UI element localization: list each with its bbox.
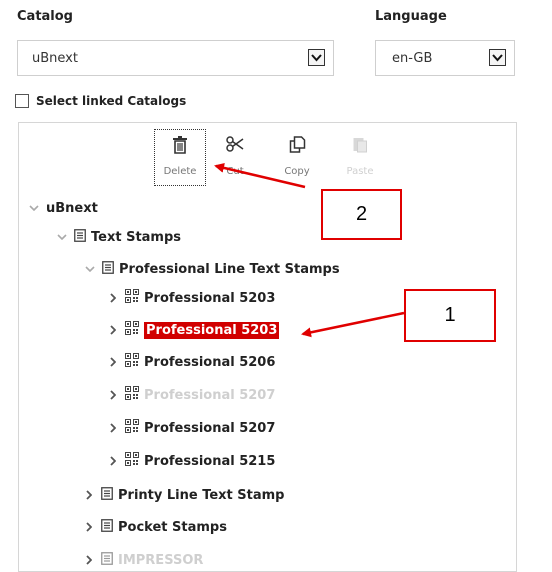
arrow-to-selected	[301, 311, 405, 338]
callout-2-label: 2	[355, 203, 368, 225]
callout-1: 1	[404, 289, 496, 342]
callout-2: 2	[321, 189, 402, 240]
arrow-to-delete	[214, 162, 306, 189]
callout-1-label: 1	[444, 304, 456, 326]
annotation-arrows	[214, 162, 405, 338]
